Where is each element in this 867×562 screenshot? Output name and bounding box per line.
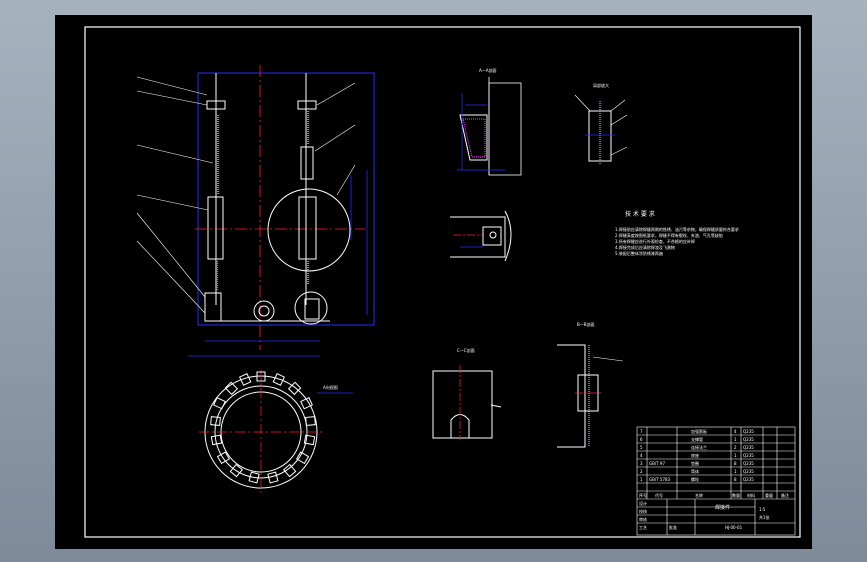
svg-text:审核: 审核 [639,516,647,522]
section-b-label: B—B剖面 [577,321,595,327]
svg-text:连接法兰: 连接法兰 [691,444,707,450]
svg-text:数量: 数量 [732,492,740,498]
right-small-sleeve [300,146,314,180]
svg-text:1: 1 [640,477,643,482]
left-foot [204,292,222,322]
section-c-outline [432,370,493,439]
svg-text:8: 8 [734,461,737,466]
leader-8 [314,124,356,152]
svg-text:1:5: 1:5 [759,507,766,512]
svg-text:GB/T 5783: GB/T 5783 [649,477,671,482]
svg-text:4: 4 [640,453,643,458]
drawing-name: 焊接件 [715,504,730,511]
svg-text:GB/T 97: GB/T 97 [649,461,665,466]
svg-text:垫圈: 垫圈 [691,460,699,466]
tech-item-2: 2.焊缝高度按图纸要求，焊缝不得有裂纹、夹渣、气孔等缺陷 [615,232,723,238]
svg-text:设计: 设计 [639,500,647,506]
svg-text:3: 3 [640,461,643,466]
tech-item-4: 4.焊接完成后应清除焊渣及飞溅物 [615,244,675,250]
main-front-view [136,65,375,357]
svg-text:名称: 名称 [695,492,703,498]
svg-text:工艺: 工艺 [639,525,647,530]
leader-2 [136,90,208,106]
section-a-plate [488,82,522,176]
leader-5 [136,212,206,298]
section-a: A—A剖面 [457,67,522,176]
leader-6 [136,240,206,314]
svg-text:1: 1 [734,453,737,458]
ring-view-label: A向视图 [323,384,338,390]
leader-7 [316,82,356,106]
svg-text:材料: 材料 [747,492,755,498]
tech-item-1: 1.焊接前应清除焊缝两侧的铁锈、油污等杂物，确保焊缝质量符合要求 [615,226,739,232]
svg-text:备注: 备注 [781,492,789,498]
svg-text:序号: 序号 [639,492,647,498]
section-c-label: C—C剖面 [457,347,475,353]
right-sleeve [298,196,317,260]
svg-text:1: 1 [734,469,737,474]
svg-text:Q235: Q235 [743,445,754,450]
main-outline [197,72,375,326]
detail-label: 局部放大 [593,82,609,88]
svg-text:共1张: 共1张 [759,514,770,520]
section-a-label: A—A剖面 [479,67,496,73]
cad-drawing: A—A剖面 局部放大 技 术 要 求 1.焊接前应清除焊缝两侧的铁锈、油污等杂物… [84,26,801,538]
svg-text:Q235: Q235 [743,461,754,466]
svg-text:1: 1 [734,437,737,442]
tech-item-3: 3.所有焊缝应进行外观检查，不合格的应补焊 [615,238,695,244]
svg-text:底座: 底座 [691,452,699,458]
right-foot [304,298,320,320]
svg-text:Q235: Q235 [743,477,754,482]
section-a-part [459,114,488,161]
svg-text:代号: 代号 [655,492,663,498]
leader-1 [136,76,208,96]
drawing-canvas: A—A剖面 局部放大 技 术 要 求 1.焊接前应清除焊缝两侧的铁锈、油污等杂物… [55,15,812,549]
svg-text:支撑管: 支撑管 [691,436,703,442]
svg-text:筒体: 筒体 [691,468,699,474]
tech-item-5: 5.装配后整体涂防锈漆两遍 [615,250,663,256]
section-a-weld [462,118,486,158]
svg-text:Q235: Q235 [743,429,754,434]
right-collar [297,100,317,110]
leader-4 [136,194,209,211]
svg-text:重量: 重量 [765,492,773,498]
svg-text:7: 7 [640,429,643,434]
tech-requirements: 技 术 要 求 1.焊接前应清除焊缝两侧的铁锈、油污等杂物，确保焊缝质量符合要求… [615,210,739,256]
svg-text:2: 2 [640,469,643,474]
section-c: C—C剖面 [432,347,502,440]
svg-text:5: 5 [640,445,643,450]
column-view: B—B剖面 [557,321,624,448]
svg-text:6: 6 [640,437,643,442]
drawing-number: HJ-00-01 [725,525,743,530]
svg-text:批准: 批准 [669,524,677,530]
svg-text:螺栓: 螺栓 [691,476,699,482]
svg-text:Q235: Q235 [743,437,754,442]
column-outline [557,344,586,448]
leader-3 [136,144,214,164]
svg-text:校核: 校核 [639,508,647,514]
section-b-curve [504,210,512,262]
svg-text:Q235: Q235 [743,453,754,458]
svg-text:2: 2 [734,445,737,450]
svg-text:Q235: Q235 [743,469,754,474]
section-b [450,210,512,262]
base-hole [253,300,275,322]
leader-9 [336,164,356,196]
svg-text:8: 8 [734,477,737,482]
section-b-plate [450,216,506,258]
ring-teeth [210,371,316,484]
section-b-block [482,226,502,246]
tech-title: 技 术 要 求 [625,210,655,218]
detail-view: 局部放大 [574,82,628,165]
base-hole-inner [258,305,270,317]
svg-text:4: 4 [734,429,737,434]
svg-text:加强筋板: 加强筋板 [691,428,707,434]
